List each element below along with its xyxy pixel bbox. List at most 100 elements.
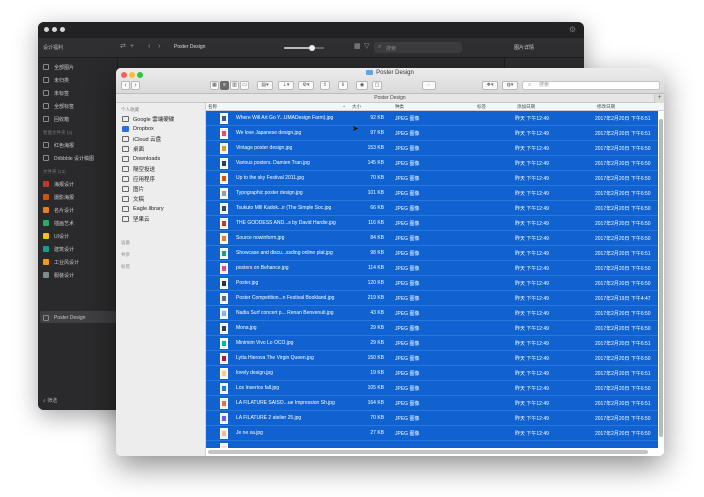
library-title[interactable]: 设计福利 xyxy=(43,44,63,51)
table-row[interactable]: LA FILATURE SAISO...ue Impression Sh.jpg… xyxy=(206,396,658,411)
forward-button[interactable]: › xyxy=(131,81,140,90)
zoom-slider-knob[interactable] xyxy=(309,45,315,51)
column-header-name[interactable]: 名称 xyxy=(208,104,217,110)
file-size: 98 KB xyxy=(370,250,384,256)
column-header-tags[interactable]: 标签 xyxy=(477,104,486,110)
table-row[interactable]: Source nowinform.jpg 84 KB JPEG 图像 昨天 下午12:… xyxy=(206,231,658,246)
folder-item[interactable]: 摄影海报 xyxy=(43,192,74,202)
table-row[interactable]: Minimim Vivo Lo OCO.jpg 29 KB JPEG 图像 昨天 下午… xyxy=(206,336,658,351)
file-name: Where Will Art Go Y...UMADesign Farm).jp… xyxy=(236,115,334,121)
new-folder-icon[interactable]: ▢ xyxy=(372,81,382,90)
table-row[interactable]: Where Will Art Go Y...UMADesign Farm).jp… xyxy=(206,111,658,126)
date-added: 昨天 下午12:49 xyxy=(515,311,549,317)
folder-item[interactable]: 插画艺术 xyxy=(43,218,74,228)
window-controls xyxy=(44,27,65,32)
folder-item[interactable]: UI设计 xyxy=(43,231,69,241)
folder-item[interactable]: 海报设计 xyxy=(43,179,74,189)
horizontal-scrollbar[interactable] xyxy=(208,450,648,454)
eagle-filter[interactable]: ⌕ 筛选 xyxy=(43,397,57,404)
sidebar-item-pictures[interactable]: 图片 xyxy=(122,184,144,193)
table-row[interactable]: LA FILATURE 2 atelier 25.jpg 70 KB JPEG 图像… xyxy=(206,411,658,426)
add-tab-button[interactable]: + xyxy=(654,94,664,103)
action-gear-icon[interactable]: ⚙▾ xyxy=(298,81,314,90)
share-icon[interactable]: ⇪ xyxy=(320,81,330,90)
table-row[interactable]: Los Insertos fall.jpg 105 KB JPEG 图像 昨天 下午1… xyxy=(206,381,658,396)
sidebar-item-eagle-library[interactable]: Eagle.library xyxy=(122,204,164,213)
finder-search-input[interactable]: ⌕ 搜索 xyxy=(522,81,660,90)
folder-item-active[interactable]: Poster Design xyxy=(43,313,85,323)
column-header-added[interactable]: 添加日期 xyxy=(517,104,535,110)
table-row[interactable]: posters on Behance.jpg 114 KB JPEG 图像 昨天 下午… xyxy=(206,261,658,276)
eagle-search-input[interactable]: ⌕ 搜索 xyxy=(374,42,462,53)
column-header-modified[interactable]: 修改日期 xyxy=(597,104,615,110)
sidebar-item-desktop[interactable]: 桌面 xyxy=(122,144,144,153)
dropbox-menu-icon[interactable]: ❖▾ xyxy=(482,81,498,90)
table-row[interactable]: Showcase and discu...ssding online plat.… xyxy=(206,246,658,261)
sidebar-item-downloads[interactable]: Downloads xyxy=(122,154,160,163)
sidebar-item-applications[interactable]: 应用程序 xyxy=(122,174,155,183)
sidebar-item-icloud[interactable]: iCloud 云盘 xyxy=(122,134,161,143)
table-row[interactable]: Je ne sa.jpg 27 KB JPEG 图像 昨天 下午12:49 2017年2… xyxy=(206,426,658,441)
info-icon[interactable]: ℹ xyxy=(338,81,348,90)
vertical-scrollbar[interactable] xyxy=(659,119,663,437)
table-row[interactable]: lovely design.jpg 19 KB JPEG 图像 昨天 下午12:49 2… xyxy=(206,366,658,381)
layout-icon[interactable]: ▦ xyxy=(354,43,361,50)
zoom-slider[interactable] xyxy=(284,45,324,51)
sidebar-item-google-drive[interactable]: Google 雲端硬碟 xyxy=(122,114,174,123)
table-row[interactable]: Tsukuto MIll Kadok...ir (The Simple Soc.… xyxy=(206,201,658,216)
group-button[interactable]: ▤▾ xyxy=(257,81,273,90)
folder-item[interactable]: 建筑设计 xyxy=(43,244,74,254)
sidebar-item-trash[interactable]: 回收箱 xyxy=(43,114,69,124)
desktop: ⚙ 设计福利 ⇄ + ‹ › Poster Design ▦ ▽ ⌕ 搜索 图片… xyxy=(0,0,704,497)
table-row[interactable]: Various posters. Damien Tran.jpg 145 KB JP… xyxy=(206,156,658,171)
sidebar-item-documents[interactable]: 文稿 xyxy=(122,194,144,203)
column-header-size[interactable]: 大小 xyxy=(352,104,361,110)
table-row[interactable]: Up to the sky Festival 2011.jpg 70 KB JPEG… xyxy=(206,171,658,186)
table-row[interactable]: Poster.jpg 120 KB JPEG 图像 昨天 下午12:49 2017年2月… xyxy=(206,276,658,291)
table-row[interactable]: THE GODDESS AND...s by David Hardie.jpg 1… xyxy=(206,216,658,231)
folder-item[interactable]: 服装设计 xyxy=(43,270,74,280)
table-row[interactable] xyxy=(206,441,658,448)
folder-item[interactable]: 工业风设计 xyxy=(43,257,79,267)
sort-icon[interactable]: ⇄ xyxy=(120,43,126,50)
close-dot[interactable] xyxy=(44,27,49,32)
forward-icon[interactable]: › xyxy=(158,43,160,50)
sidebar-item-untagged[interactable]: 未标签 xyxy=(43,88,69,98)
eagle-menu-icon[interactable]: ◍▾ xyxy=(502,81,518,90)
sidebar-item-dropbox[interactable]: Dropbox xyxy=(122,124,154,133)
table-row[interactable]: Poster Competition...n Festival Bookland… xyxy=(206,291,658,306)
folder-item[interactable]: 名片设计 xyxy=(43,205,74,215)
sort-button[interactable]: ⇣▾ xyxy=(278,81,294,90)
smart-folder-item[interactable]: 红色海报 xyxy=(43,140,74,150)
column-header-kind[interactable]: 种类 xyxy=(395,104,404,110)
gallery-view-button[interactable]: ▭ xyxy=(240,81,249,90)
file-thumbnail-icon xyxy=(220,383,228,394)
mouse-cursor-icon: ➤ xyxy=(352,124,359,133)
smart-folder-item[interactable]: Dribbble 设计稿图 xyxy=(43,153,94,163)
file-kind: JPEG 图像 xyxy=(395,266,420,272)
sidebar-item-all-tags[interactable]: 全部标签 xyxy=(43,101,74,111)
table-row[interactable]: Nadia Surf concert p... Renan Benvenuti.… xyxy=(206,306,658,321)
add-icon[interactable]: + xyxy=(130,43,134,50)
table-row[interactable]: Vintage poster design.jpg 153 KB JPEG 图像 昨天… xyxy=(206,141,658,156)
list-view-button[interactable]: ≡ xyxy=(220,81,229,90)
minimize-dot[interactable] xyxy=(52,27,57,32)
table-row[interactable]: Mona.jpg 29 KB JPEG 图像 昨天 下午12:49 2017年2月20日… xyxy=(206,321,658,336)
settings-gear-icon[interactable]: ⚙ xyxy=(569,25,576,34)
table-row[interactable]: Lytta Hierova The Virgin Queen.jpg 150 KB… xyxy=(206,351,658,366)
sidebar-item-airdrop[interactable]: 隔空投送 xyxy=(122,164,155,173)
sidebar-item-all[interactable]: 全部图片 xyxy=(43,62,74,72)
back-icon[interactable]: ‹ xyxy=(148,43,150,50)
sidebar-item-uncategorized[interactable]: 未归类 xyxy=(43,75,69,85)
back-button[interactable]: ‹ xyxy=(121,81,130,90)
sort-chevron-down-icon[interactable]: ⌄ xyxy=(342,103,346,109)
icon-view-button[interactable]: ▦ xyxy=(210,81,219,90)
filter-icon[interactable]: ▽ xyxy=(364,43,369,50)
column-view-button[interactable]: ▥ xyxy=(230,81,239,90)
zoom-dot[interactable] xyxy=(60,27,65,32)
table-row[interactable]: Typographic poster design.jpg 101 KB JPEG … xyxy=(206,186,658,201)
quicklook-eye-icon[interactable]: ◉ xyxy=(356,81,368,90)
tag-button-icon[interactable]: ◌ xyxy=(422,81,436,90)
sidebar-item-nutstore[interactable]: 坚果云 xyxy=(122,214,150,223)
table-row[interactable]: We love Japanese design.jpg 97 KB JPEG 图像 昨… xyxy=(206,126,658,141)
